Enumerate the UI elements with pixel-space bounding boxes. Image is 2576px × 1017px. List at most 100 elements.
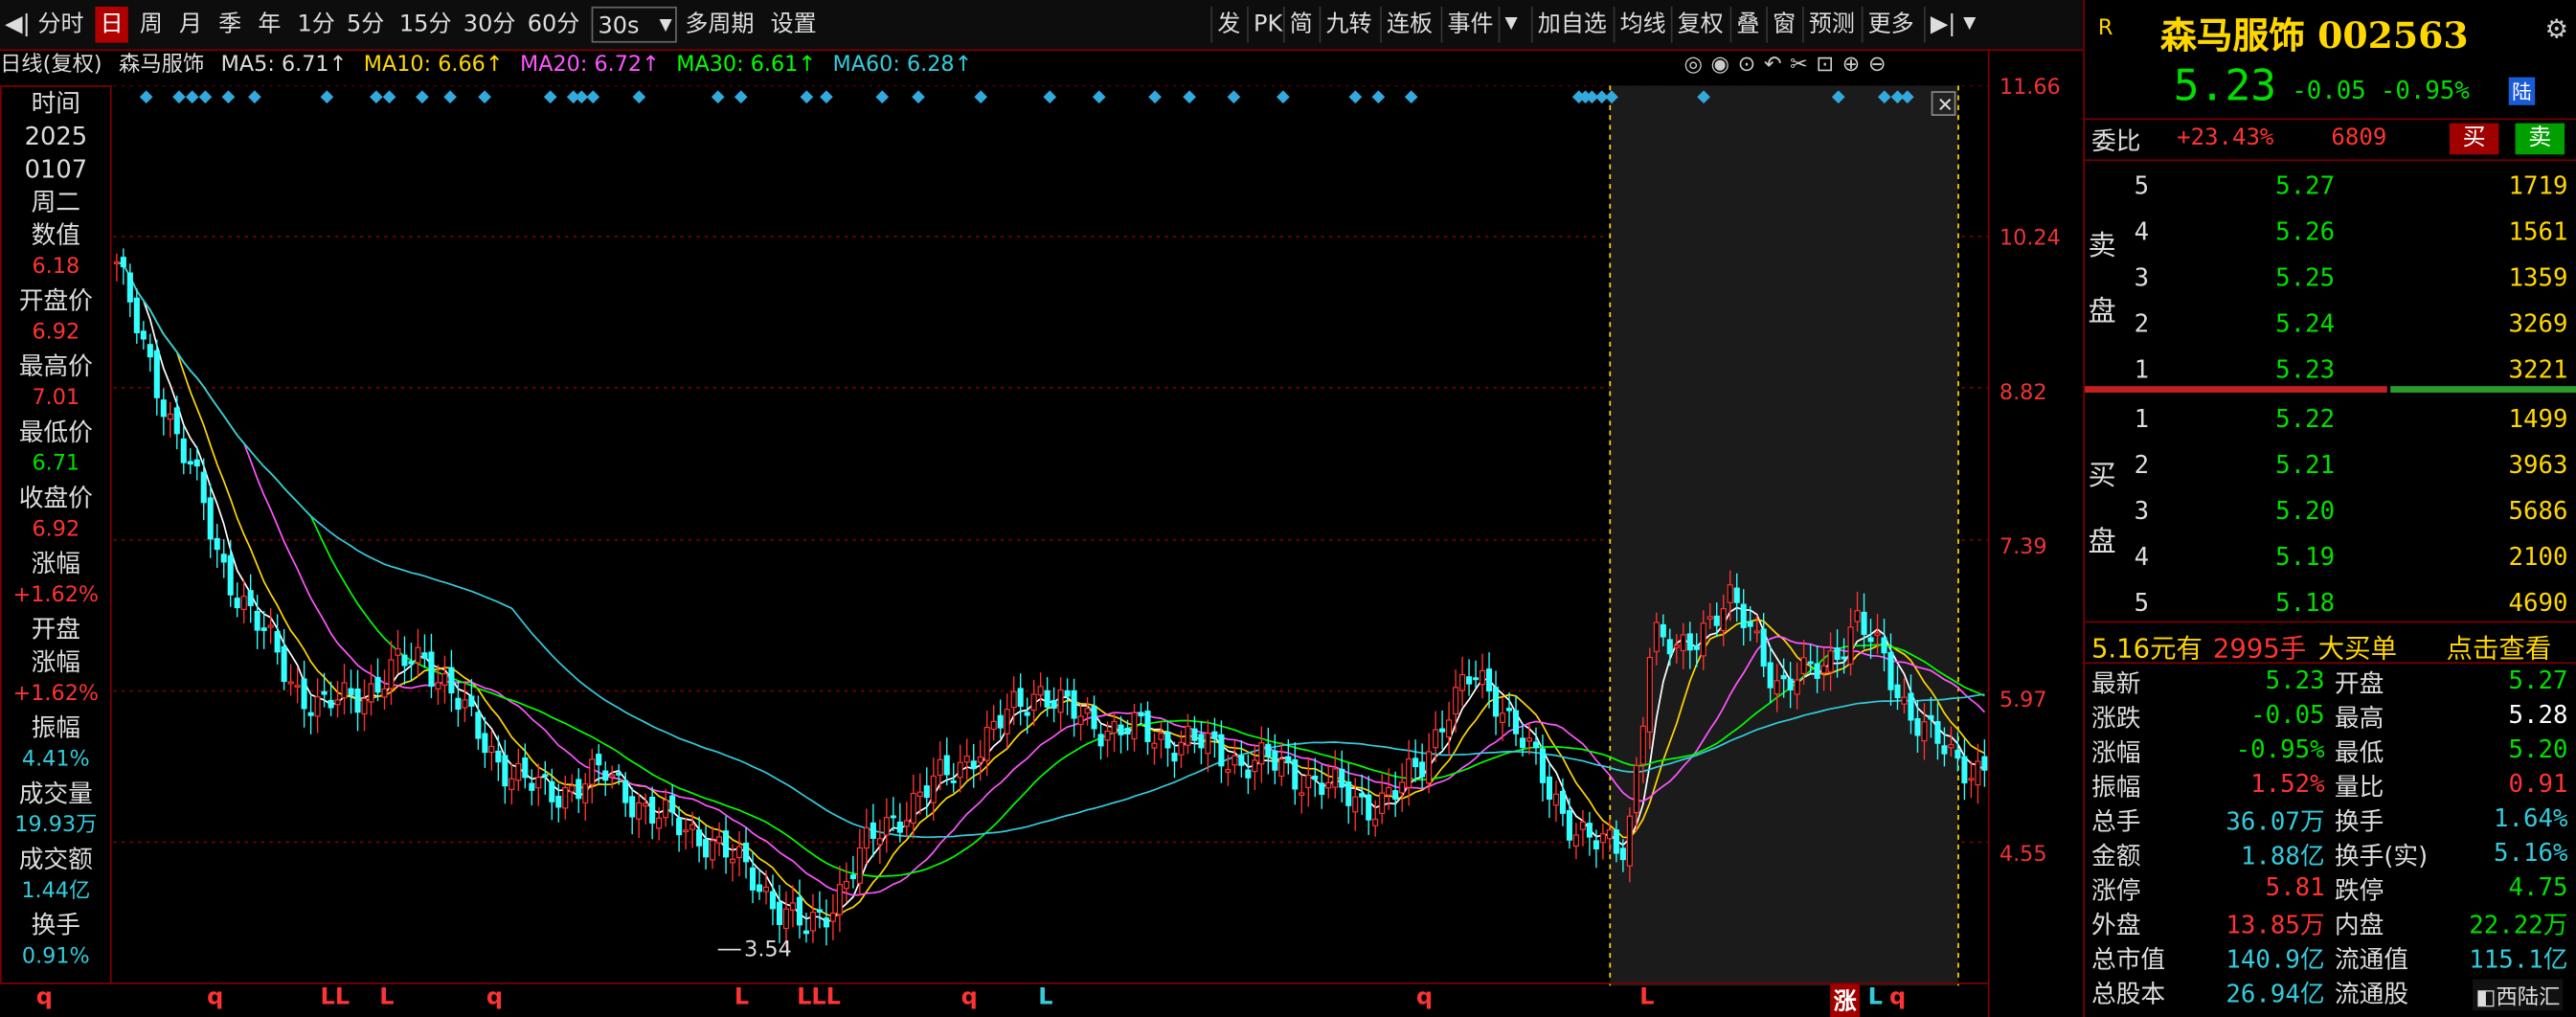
big-order-row[interactable]: 5.16元有 2995手 大买单 点击查看 [2085, 621, 2576, 666]
btn-die[interactable]: 叠 [1729, 6, 1765, 43]
btn-yuce[interactable]: 预测 [1802, 6, 1860, 43]
btn-junxian[interactable]: 均线 [1613, 6, 1671, 43]
candle-body [1727, 584, 1733, 603]
info-label: 开盘价 [18, 285, 93, 316]
buy-button[interactable]: 买 [2449, 123, 2499, 155]
candle-body [395, 647, 401, 656]
info-label: 周二 [31, 187, 81, 217]
btn-fuquan[interactable]: 复权 [1670, 6, 1729, 43]
bid-ask-ratio-bar [2085, 386, 2576, 394]
order-book-row[interactable]: 3 5.20 5686 [2085, 489, 2576, 532]
candle-body [1151, 742, 1158, 749]
btn-pk[interactable]: PK [1247, 6, 1287, 43]
candle-body [1941, 745, 1948, 755]
candle-body [602, 770, 609, 781]
tab-30min[interactable]: 30分 [459, 7, 521, 43]
btn-jian[interactable]: 简 [1282, 6, 1318, 43]
candle-body [569, 785, 576, 793]
tab-quarter[interactable]: 季 [214, 7, 246, 43]
btn-shijian[interactable]: 事件 [1440, 6, 1499, 43]
candle-body [576, 779, 582, 800]
candle-body [1010, 690, 1017, 709]
candle-body [676, 818, 683, 836]
candle-body [963, 755, 970, 763]
candle-body [1867, 637, 1874, 643]
candle-body [113, 261, 120, 265]
order-book-row[interactable]: 5 5.18 4690 [2085, 581, 2576, 624]
tab-year[interactable]: 年 [253, 7, 285, 43]
candle-body [1794, 679, 1800, 695]
close-icon: ✕ [1937, 94, 1954, 117]
tab-multi-period[interactable]: 多周期 [680, 7, 758, 43]
btn-chuang[interactable]: 窗 [1766, 6, 1800, 43]
tab-month[interactable]: 月 [174, 7, 207, 43]
candle-body [1740, 603, 1747, 628]
gear-icon[interactable]: ⚙ [2544, 13, 2568, 45]
toolbar-left-arrow-icon[interactable]: ◀| [0, 7, 31, 43]
candle-body [1292, 758, 1299, 790]
kline-chart[interactable]: ✕ 3.54 [113, 84, 1988, 986]
btn-add-watch[interactable]: 加自选 [1530, 6, 1612, 43]
stat-label: 量比 [2334, 772, 2384, 802]
tab-week[interactable]: 周 [135, 7, 168, 43]
order-book-row[interactable]: 3 5.25 1359 [2085, 257, 2576, 300]
logo-text: 西陆汇 [2496, 985, 2561, 1011]
candle-body [147, 344, 153, 358]
order-book-row[interactable]: 2 5.24 3269 [2085, 303, 2576, 346]
settings-button[interactable]: 设置 [765, 7, 821, 43]
stat-label: 最高 [2334, 703, 2384, 734]
tab-15min[interactable]: 15分 [395, 7, 457, 43]
order-book-row[interactable]: 5 5.27 1719 [2085, 165, 2576, 208]
ma5-label: MA5: 6.71↑ [220, 52, 348, 78]
event-diamond-icon [586, 90, 600, 104]
order-book-row[interactable]: 1 5.23 3221 [2085, 349, 2576, 392]
candle-body [829, 912, 836, 922]
candle-body [1345, 781, 1352, 806]
btn-more[interactable]: 更多 [1861, 6, 1919, 43]
signal-marker: L [1867, 983, 1883, 1011]
candle-body [1111, 720, 1118, 734]
order-volume: 1719 [2508, 170, 2568, 201]
candle-body [1800, 657, 1807, 675]
event-dropdown-icon[interactable]: ▼ [1498, 6, 1523, 43]
candle-body [1164, 732, 1171, 749]
big-order-link[interactable]: 点击查看 [2447, 626, 2552, 666]
candle-body [916, 791, 923, 798]
btn-jiuzhuan[interactable]: 九转 [1319, 6, 1377, 43]
toolbar-menu-icon[interactable]: ▼ [1958, 7, 1981, 43]
stat-label: 涨跌 [2090, 703, 2141, 734]
candle-body [428, 651, 435, 688]
candle-body [1686, 633, 1693, 651]
candle-body [776, 901, 783, 925]
btn-fa[interactable]: 发 [1210, 6, 1245, 43]
quote-price-row: 5.23 -0.05 -0.95% 陆 [2085, 62, 2576, 112]
info-value: 6.92 [32, 517, 80, 543]
tab-60min[interactable]: 60分 [523, 7, 585, 43]
quote-panel: R 森马服饰 002563 ⚙ 5.23 -0.05 -0.95% 陆 委比 +… [2083, 0, 2576, 1017]
tab-30s-dropdown[interactable]: 30s ▼ [591, 6, 677, 43]
sell-button[interactable]: 卖 [2515, 123, 2565, 155]
order-book-row[interactable]: 1 5.22 1499 [2085, 397, 2576, 441]
chart-tool-icons[interactable]: ◎◉⊙↶✂⊡⊕⊖ [1683, 49, 1894, 81]
tab-1min[interactable]: 1分 [292, 7, 340, 43]
event-diamond-icon [543, 90, 557, 104]
candle-body [1653, 622, 1660, 652]
order-book-row[interactable]: 4 5.19 2100 [2085, 535, 2576, 578]
tab-fenshi[interactable]: 分时 [33, 7, 88, 43]
order-level: 3 [2134, 262, 2150, 293]
btn-lianban[interactable]: 连板 [1380, 6, 1437, 43]
tab-5min[interactable]: 5分 [342, 7, 390, 43]
candle-body [1820, 665, 1827, 674]
low-marker-label: 3.54 [744, 937, 792, 961]
candle-body [762, 886, 770, 893]
info-label: 换手 [31, 910, 81, 940]
event-diamond-icon [1148, 90, 1162, 104]
order-book-row[interactable]: 4 5.26 1561 [2085, 211, 2576, 254]
candle-body [1439, 728, 1446, 733]
candle-body [562, 787, 569, 809]
ma20-label: MA20: 6.72↑ [519, 52, 660, 78]
order-level: 5 [2134, 170, 2150, 201]
order-book-row[interactable]: 2 5.21 3963 [2085, 443, 2576, 486]
tab-day[interactable]: 日 [95, 6, 128, 43]
toolbar-right-arrow-icon[interactable]: ▶| [1923, 6, 1961, 43]
